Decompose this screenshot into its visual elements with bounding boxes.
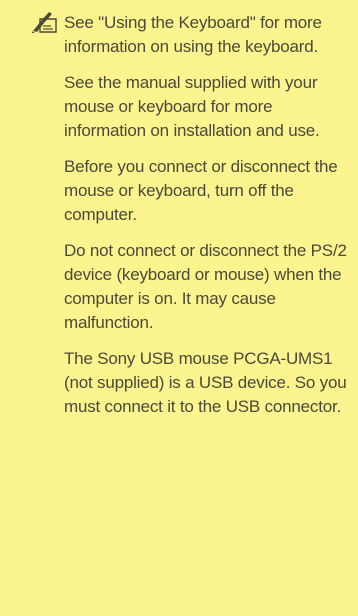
note-paragraph-power-off: Before you connect or disconnect the mou…	[64, 157, 338, 224]
note-paragraph-ps2-warning: Do not connect or disconnect the PS/2 de…	[64, 241, 347, 332]
note-paragraph-manual-reference: See the manual supplied with your mouse …	[64, 73, 320, 140]
note-paragraph-usb-mouse: The Sony USB mouse PCGA-UMS1 (not suppli…	[64, 349, 347, 416]
note-paragraph-keyboard-reference: See "Using the Keyboard" for more inform…	[64, 13, 322, 56]
writing-hand-icon	[31, 12, 57, 33]
note-box: See "Using the Keyboard" for more inform…	[0, 0, 358, 616]
note-list: See "Using the Keyboard" for more inform…	[64, 11, 348, 431]
